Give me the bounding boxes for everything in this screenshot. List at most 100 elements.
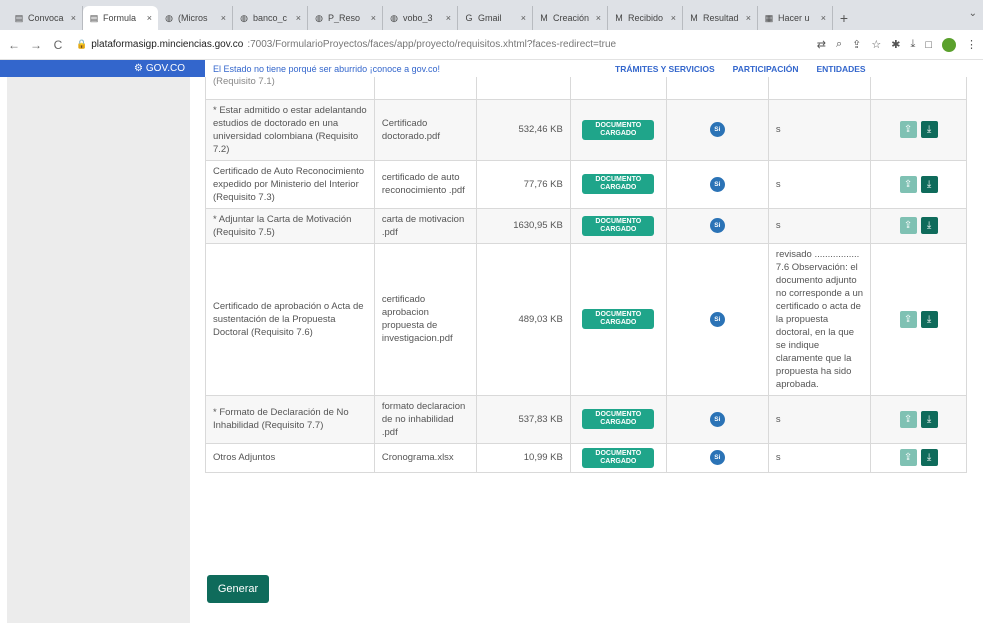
menu-icon[interactable]: ⋮ [966, 38, 977, 51]
share-icon[interactable]: ⇪ [852, 38, 861, 51]
browser-tab[interactable]: ◍ (Micros × [158, 6, 233, 30]
globe-icon: ◍ [165, 13, 173, 23]
browser-tab[interactable]: ▤ Formula × [83, 6, 158, 30]
browser-tab[interactable]: ◍ vobo_3 × [383, 6, 458, 30]
file-name: carta de motivacion .pdf [373, 207, 478, 244]
translate-icon[interactable]: ⇄ [817, 38, 826, 51]
selection-cell: Si [665, 207, 769, 244]
tab-close-icon[interactable]: × [596, 13, 601, 23]
tab-close-icon[interactable]: × [71, 13, 76, 23]
table-row: Certificado de Auto Reconocimiento exped… [205, 159, 967, 209]
tab-title: banco_c [253, 13, 288, 23]
download-icon[interactable]: ⤓ [920, 121, 938, 138]
observation: revisado ................. 7.6 Observaci… [767, 242, 872, 396]
tab-title: P_Reso [328, 13, 361, 23]
download-icon[interactable]: ⤓ [920, 449, 938, 466]
document-state-cell: DOCUMENTO CARGADO [569, 207, 667, 244]
tab-close-icon[interactable]: × [371, 13, 376, 23]
download-icon[interactable]: ⤓ [920, 410, 938, 428]
observation: s [767, 98, 872, 161]
globe-icon: ◍ [240, 13, 248, 23]
requirement-name: (Requisito 7.1) [205, 76, 375, 100]
upload-icon[interactable]: ⇪ [899, 410, 917, 428]
upload-icon[interactable]: ⇪ [899, 121, 917, 138]
download-icon[interactable]: ⤓ [920, 310, 938, 328]
requirements-table: (Requisito 7.1) * Estar admitido o estar… [205, 76, 967, 473]
tab-title: Hacer u [778, 13, 810, 23]
upload-icon[interactable]: ⇪ [899, 449, 917, 466]
file-size: 489,03 KB [476, 242, 571, 396]
nav-participacion[interactable]: PARTICIPACIÓN [733, 64, 799, 74]
tab-close-icon[interactable]: × [671, 13, 676, 23]
gmail-icon: M [690, 13, 698, 23]
tab-close-icon[interactable]: × [521, 13, 526, 23]
selection-cell: Si [665, 442, 769, 473]
tab-close-icon[interactable]: × [296, 13, 301, 23]
zoom-icon[interactable]: ⌕ [836, 38, 842, 51]
upload-icon[interactable]: ⇪ [899, 310, 917, 328]
download-icon[interactable]: ⤓ [920, 217, 938, 234]
address-bar[interactable]: 🔒 plataformasigp.minciencias.gov.co:7003… [72, 34, 811, 56]
download-icon[interactable]: ⤓ [910, 38, 915, 51]
browser-tab[interactable]: ◍ P_Reso × [308, 6, 383, 30]
table-row: Otros Adjuntos Cronograma.xlsx 10,99 KB DOC… [205, 442, 967, 473]
observation: s [767, 442, 872, 473]
observation: s [767, 394, 872, 444]
file-size: 532,46 KB [476, 98, 571, 161]
upload-icon[interactable]: ⇪ [899, 217, 917, 234]
browser-tab[interactable]: ▦ Hacer u × [758, 6, 833, 30]
govco-logo-text: GOV.CO [145, 63, 185, 74]
status-badge: DOCUMENTO CARGADO [582, 174, 655, 194]
si-badge: Si [709, 218, 725, 233]
browser-tabstrip: ▤ Convoca × ▤ Formula × ◍ (Micros × ◍ banco_c × ◍ P_R… [0, 0, 983, 30]
browser-tab[interactable]: ◍ banco_c × [233, 6, 308, 30]
tab-close-icon[interactable]: × [746, 13, 751, 23]
browser-tab[interactable]: ▤ Convoca × [8, 6, 83, 30]
requirement-name: * Estar admitido o estar adelantando est… [205, 98, 375, 161]
profile-avatar[interactable] [942, 37, 956, 52]
browser-toolbar: ← → C 🔒 plataformasigp.minciencias.gov.c… [0, 30, 983, 60]
si-badge: Si [709, 411, 725, 427]
govco-message[interactable]: El Estado no tiene porqué ser aburrido ¡… [205, 64, 615, 74]
nav-entidades[interactable]: ENTIDADES [816, 64, 865, 74]
tab-search-icon[interactable]: ⌄ [969, 8, 977, 19]
browser-tab[interactable]: G Gmail × [458, 6, 533, 30]
doc-icon: ▤ [89, 13, 99, 23]
generate-button[interactable]: Generar [207, 575, 269, 603]
status-badge: DOCUMENTO CARGADO [582, 215, 655, 236]
sidepanel-icon[interactable]: □ [925, 39, 932, 51]
govco-logo[interactable]: ⚙ GOV.CO [0, 60, 205, 77]
tab-close-icon[interactable]: × [446, 13, 451, 23]
document-state-cell: DOCUMENTO CARGADO [569, 242, 667, 396]
requirements-panel: (Requisito 7.1) * Estar admitido o estar… [190, 76, 983, 623]
tab-close-icon[interactable]: × [821, 13, 826, 23]
back-icon[interactable]: ← [6, 37, 22, 53]
new-tab-button[interactable]: + [833, 6, 855, 30]
file-name: formato declaracion de no inhabilidad .p… [373, 394, 478, 444]
download-icon[interactable]: ⤓ [920, 175, 938, 193]
browser-tab[interactable]: M Recibido × [608, 6, 683, 30]
table-row: * Adjuntar la Carta de Motivación (Requi… [205, 207, 967, 244]
extensions-icon[interactable]: ✱ [891, 38, 900, 51]
bookmark-star-icon[interactable]: ☆ [871, 38, 881, 51]
globe-icon: ◍ [315, 13, 323, 23]
gmail-icon: M [540, 13, 548, 23]
tab-title: Creación [553, 13, 590, 23]
lock-icon: 🔒 [76, 39, 88, 49]
requirement-name: Certificado de Auto Reconocimiento exped… [205, 159, 375, 209]
observation: s [767, 207, 872, 244]
left-sidebar [7, 77, 190, 623]
actions-cell: ⇪ ⤓ [870, 207, 967, 244]
table-row-partial: (Requisito 7.1) [205, 76, 967, 100]
forward-icon[interactable]: → [28, 37, 44, 53]
tab-title: Resultad [703, 13, 739, 23]
tab-close-icon[interactable]: × [221, 13, 226, 23]
browser-tab[interactable]: M Creación × [533, 6, 608, 30]
upload-icon[interactable]: ⇪ [899, 175, 917, 193]
nav-tramites[interactable]: TRÁMITES Y SERVICIOS [615, 64, 715, 74]
reload-icon[interactable]: C [50, 37, 66, 53]
actions-cell: ⇪ ⤓ [870, 98, 967, 161]
browser-tab[interactable]: M Resultad × [683, 6, 758, 30]
tab-close-icon[interactable]: × [147, 13, 152, 23]
file-size: 10,99 KB [476, 442, 571, 473]
